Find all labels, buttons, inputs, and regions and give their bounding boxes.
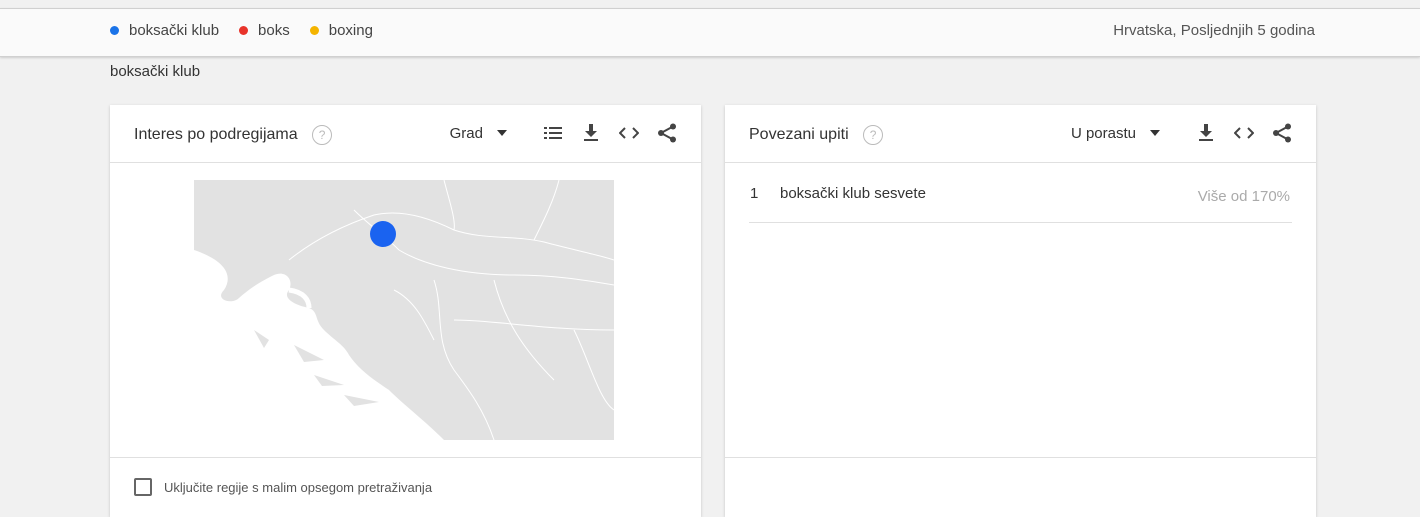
resolution-dropdown[interactable]: Grad [450, 125, 507, 142]
query-text[interactable]: boksački klub sesvete [780, 185, 926, 202]
legend-label: boksački klub [129, 22, 220, 39]
share-icon[interactable] [1270, 121, 1294, 145]
card-title-text: Povezani upiti [749, 126, 849, 144]
interest-by-subregion-card: Interes po podregijama ? Grad Uključite … [110, 105, 701, 517]
list-icon[interactable] [541, 121, 565, 145]
caret-down-icon [497, 130, 507, 136]
croatia-region-map[interactable] [194, 180, 614, 440]
section-term-label: boksački klub [110, 63, 201, 80]
embed-icon[interactable] [1232, 121, 1256, 145]
legend-dot-icon [239, 26, 249, 35]
legend-item-boksacki-klub[interactable]: boksački klub [110, 22, 219, 39]
dropdown-label: U porastu [1070, 124, 1136, 142]
location-marker-icon[interactable] [370, 221, 396, 247]
card-title: Interes po podregijama ? [134, 125, 333, 145]
related-queries-card: Povezani upiti ? U porastu 1 boksački kl… [725, 105, 1316, 517]
legend: boksački klub boks boxing [110, 22, 393, 39]
comparison-legend-bar: boksački klub boks boxing Hrvatska, Posl… [0, 8, 1420, 57]
card-footer [725, 457, 1316, 517]
related-query-row[interactable]: 1 boksački klub sesvete Više od 170% [749, 163, 1292, 223]
embed-icon[interactable] [617, 121, 641, 145]
card-toolbar: Grad [450, 121, 679, 145]
legend-item-boxing[interactable]: boxing [309, 22, 373, 39]
legend-label: boks [258, 22, 290, 39]
checkbox-icon[interactable] [134, 478, 152, 496]
download-icon[interactable] [1194, 121, 1218, 145]
caret-down-icon [1150, 130, 1160, 136]
legend-label: boxing [328, 22, 373, 39]
card-toolbar: U porastu [1071, 121, 1294, 145]
help-circle-icon[interactable]: ? [312, 125, 333, 145]
legend-dot-icon [309, 26, 319, 35]
query-sort-dropdown[interactable]: U porastu [1071, 125, 1160, 142]
card-footer: Uključite regije s malim opsegom pretraž… [110, 457, 701, 517]
low-volume-regions-option[interactable]: Uključite regije s malim opsegom pretraž… [134, 478, 432, 496]
checkbox-label: Uključite regije s malim opsegom pretraž… [164, 479, 433, 495]
query-rank: 1 [750, 185, 759, 202]
card-title-text: Interes po podregijama [134, 126, 298, 144]
card-title: Povezani upiti ? [749, 125, 884, 145]
share-icon[interactable] [655, 121, 679, 145]
query-growth-value: Više od 170% [1197, 188, 1290, 205]
download-icon[interactable] [579, 121, 603, 145]
card-header: Povezani upiti ? U porastu [725, 105, 1316, 163]
legend-item-boks[interactable]: boks [239, 22, 290, 39]
region-time-filter-text: Hrvatska, Posljednjih 5 godina [1113, 22, 1315, 39]
card-header: Interes po podregijama ? Grad [110, 105, 701, 163]
legend-dot-icon [110, 26, 119, 35]
dropdown-label: Grad [449, 124, 483, 142]
help-circle-icon[interactable]: ? [863, 125, 884, 145]
